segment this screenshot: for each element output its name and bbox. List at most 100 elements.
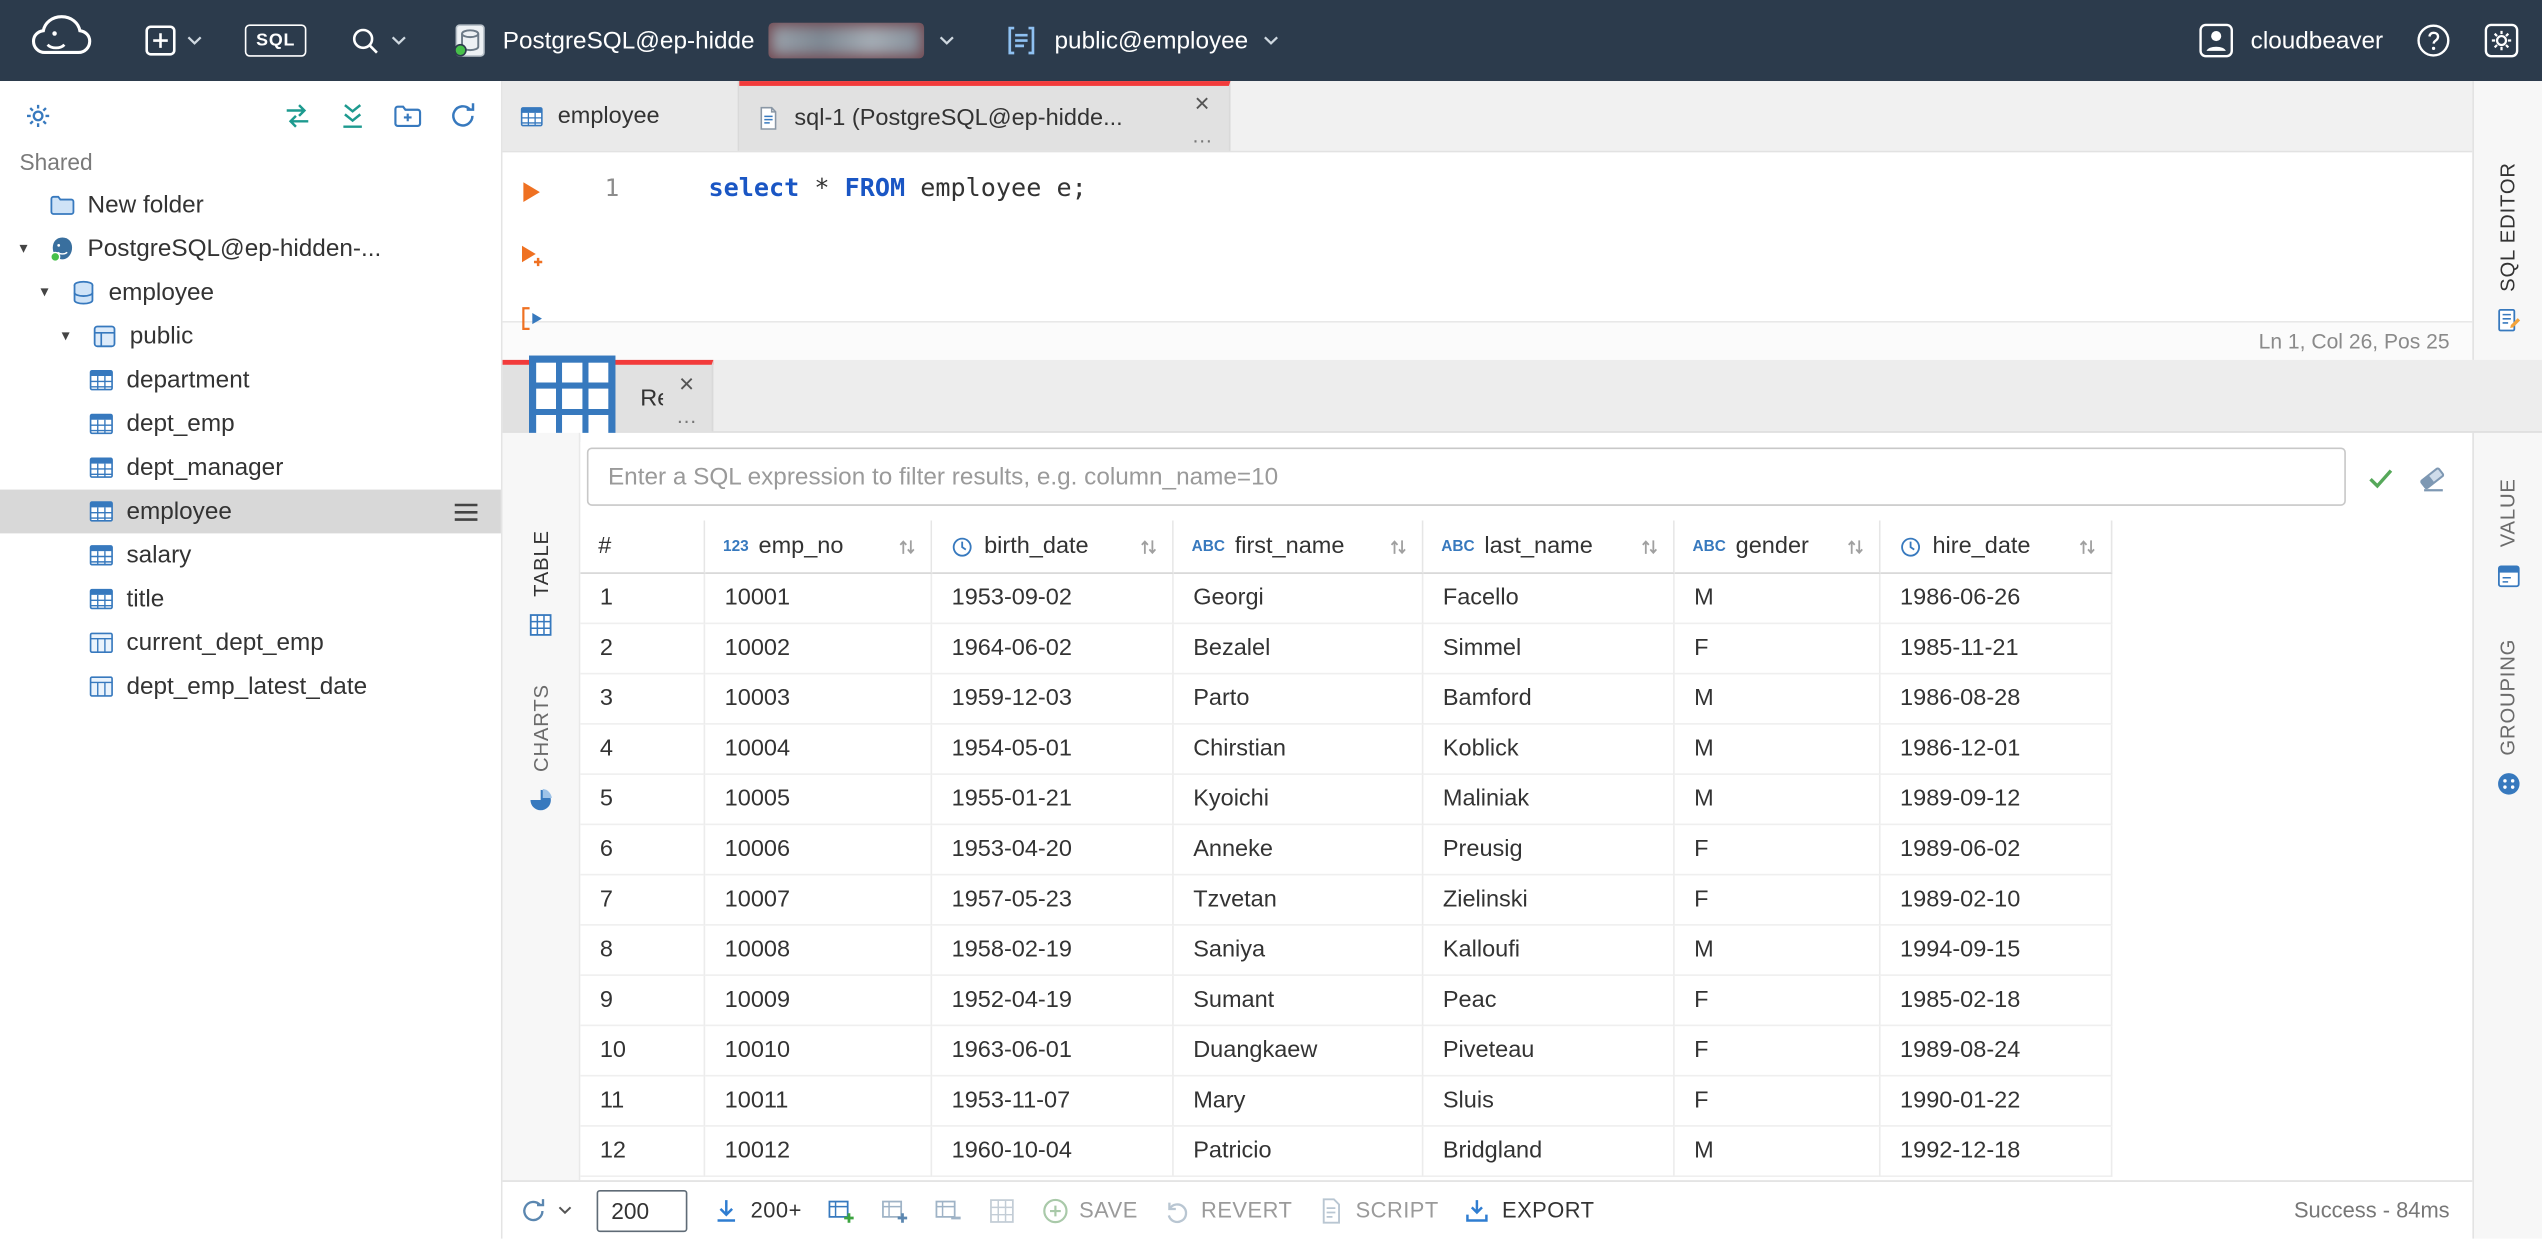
cloudbeaver-logo-icon[interactable] bbox=[19, 8, 103, 73]
grid-cell[interactable]: 10001 bbox=[705, 573, 933, 625]
grid-cell[interactable]: 10002 bbox=[705, 624, 933, 675]
sort-icon[interactable] bbox=[1845, 536, 1866, 557]
grid-cell[interactable]: 1953-11-07 bbox=[932, 1076, 1174, 1127]
grid-cell[interactable]: Kyoichi bbox=[1173, 774, 1424, 826]
tab-grouping-panel[interactable]: GROUPING bbox=[2494, 638, 2522, 797]
code-area[interactable]: 1 select * FROM employee e; bbox=[503, 152, 2473, 331]
user-menu[interactable]: cloudbeaver bbox=[2199, 23, 2383, 59]
grid-cell[interactable]: 1963-06-01 bbox=[932, 1026, 1174, 1077]
grid-cell[interactable]: 1953-04-20 bbox=[932, 825, 1174, 876]
grid-cell[interactable]: Peac bbox=[1423, 975, 1675, 1027]
grid-cell[interactable]: 10007 bbox=[705, 875, 933, 926]
tab-result-1[interactable]: Result - 1 × … bbox=[502, 354, 714, 442]
open-sql-editor-button[interactable]: SQL bbox=[224, 0, 328, 81]
column-header-last_name[interactable]: ABC last_name bbox=[1423, 520, 1675, 574]
new-folder-icon[interactable] bbox=[392, 100, 423, 131]
sql-editor[interactable]: 1 select * FROM employee e; Ln 1, Col 26… bbox=[502, 152, 2473, 360]
grid-cell[interactable]: Sumant bbox=[1173, 975, 1424, 1027]
apply-filter-check-icon[interactable] bbox=[2364, 460, 2398, 494]
expand-chevron-icon[interactable]: ▾ bbox=[19, 240, 48, 258]
grid-cell[interactable]: Zielinski bbox=[1423, 875, 1675, 926]
script-button[interactable]: SCRIPT bbox=[1317, 1196, 1439, 1225]
tree-item-current-dept-emp[interactable]: current_dept_emp bbox=[0, 621, 501, 665]
grid-cell[interactable]: 1989-09-12 bbox=[1880, 774, 2113, 826]
connection-selector[interactable]: PostgreSQL@ep-hidde bbox=[428, 0, 980, 81]
tree-item-new-folder[interactable]: New folder bbox=[0, 183, 501, 227]
tree-item-title[interactable]: title bbox=[0, 577, 501, 621]
tab-employee[interactable]: employee bbox=[502, 81, 740, 151]
grid-cell[interactable]: Anneke bbox=[1173, 825, 1424, 876]
column-header-birth_date[interactable]: birth_date bbox=[932, 520, 1174, 574]
grid-cell[interactable]: Patricio bbox=[1173, 1126, 1424, 1177]
tab-sql-editor-panel[interactable]: SQL EDITOR bbox=[2494, 162, 2522, 334]
grid-cell[interactable]: 1954-05-01 bbox=[932, 724, 1174, 775]
tab-value-panel[interactable]: VALUE bbox=[2494, 478, 2522, 589]
tree-item-dept-manager[interactable]: dept_manager bbox=[0, 446, 501, 490]
grid-cell[interactable]: M bbox=[1674, 724, 1881, 775]
grid-cell[interactable]: Simmel bbox=[1423, 624, 1675, 675]
grid-cell[interactable]: 1952-04-19 bbox=[932, 975, 1174, 1027]
grid-cell[interactable]: F bbox=[1674, 825, 1881, 876]
grid-cell[interactable]: 10003 bbox=[705, 674, 933, 725]
grid-cell[interactable]: Bamford bbox=[1423, 674, 1675, 725]
grid-cell[interactable]: 1957-05-23 bbox=[932, 875, 1174, 926]
grid-cell[interactable]: M bbox=[1674, 674, 1881, 725]
grid-cell[interactable]: M bbox=[1674, 925, 1881, 976]
close-tab-icon[interactable]: × bbox=[679, 371, 694, 397]
tree-item-dept-emp-latest-date[interactable]: dept_emp_latest_date bbox=[0, 665, 501, 709]
fetch-more-button[interactable]: 200+ bbox=[712, 1196, 802, 1225]
grid-cell[interactable]: Bezalel bbox=[1173, 624, 1424, 675]
grid-cell[interactable]: 1992-12-18 bbox=[1880, 1126, 2113, 1177]
grid-cell[interactable]: Preusig bbox=[1423, 825, 1675, 876]
tab-charts-view[interactable]: CHARTS bbox=[527, 684, 555, 814]
grid-cell[interactable]: Tzvetan bbox=[1173, 875, 1424, 926]
grid-cell[interactable]: 10006 bbox=[705, 825, 933, 876]
refresh-results-button[interactable] bbox=[519, 1196, 572, 1225]
filter-input[interactable] bbox=[586, 447, 2346, 506]
add-row-icon[interactable] bbox=[826, 1196, 855, 1225]
tree-item-employee[interactable]: employee bbox=[0, 489, 501, 534]
grid-cell[interactable]: 10011 bbox=[705, 1076, 933, 1127]
sort-icon[interactable] bbox=[2077, 536, 2098, 557]
grid-cell[interactable]: 1989-06-02 bbox=[1880, 825, 2113, 876]
sort-icon[interactable] bbox=[1138, 536, 1159, 557]
execute-query-icon[interactable] bbox=[516, 178, 544, 206]
grid-cell[interactable]: F bbox=[1674, 624, 1881, 675]
column-header-first_name[interactable]: ABC first_name bbox=[1173, 520, 1424, 574]
fetch-size-input[interactable] bbox=[596, 1189, 688, 1232]
grid-cell[interactable]: 10010 bbox=[705, 1026, 933, 1077]
close-tab-icon[interactable]: × bbox=[1195, 92, 1210, 118]
tree-item-dept-emp[interactable]: dept_emp bbox=[0, 402, 501, 446]
grid-cell[interactable]: M bbox=[1674, 1126, 1881, 1177]
grid-cell[interactable]: Facello bbox=[1423, 573, 1675, 625]
grid-cell[interactable]: 1953-09-02 bbox=[932, 573, 1174, 625]
grid-cell[interactable]: 1986-12-01 bbox=[1880, 724, 2113, 775]
tree-item-public[interactable]: ▾ public bbox=[0, 315, 501, 359]
tree-item-employee[interactable]: ▾ employee bbox=[0, 271, 501, 315]
tab-menu-icon[interactable]: … bbox=[1192, 125, 1213, 146]
refresh-tree-icon[interactable] bbox=[447, 100, 478, 131]
grid-cell[interactable]: M bbox=[1674, 573, 1881, 625]
save-button[interactable]: SAVE bbox=[1040, 1196, 1138, 1225]
grid-cell[interactable]: Mary bbox=[1173, 1076, 1424, 1127]
tab-table-view[interactable]: TABLE bbox=[527, 530, 555, 639]
grid-cell[interactable]: 1990-01-22 bbox=[1880, 1076, 2113, 1127]
grid-cell[interactable]: 1989-02-10 bbox=[1880, 875, 2113, 926]
revert-button[interactable]: REVERT bbox=[1162, 1196, 1292, 1225]
grid-cell[interactable]: F bbox=[1674, 875, 1881, 926]
export-button[interactable]: EXPORT bbox=[1463, 1196, 1594, 1225]
tree-item-postgresql-ep-hidden[interactable]: ▾ PostgreSQL@ep-hidden-... bbox=[0, 227, 501, 271]
grid-cell[interactable]: 10005 bbox=[705, 774, 933, 826]
grid-cell[interactable]: Duangkaew bbox=[1173, 1026, 1424, 1077]
settings-icon[interactable] bbox=[2484, 23, 2520, 59]
grid-cell[interactable]: 10009 bbox=[705, 975, 933, 1027]
tree-item-department[interactable]: department bbox=[0, 358, 501, 402]
grid-cell[interactable]: F bbox=[1674, 975, 1881, 1027]
item-menu-icon[interactable] bbox=[452, 500, 480, 523]
new-object-button[interactable] bbox=[123, 0, 224, 81]
delete-row-icon[interactable] bbox=[933, 1196, 962, 1225]
grid-cell[interactable]: Koblick bbox=[1423, 724, 1675, 775]
grid-cell[interactable]: M bbox=[1674, 774, 1881, 826]
sync-connections-icon[interactable] bbox=[282, 100, 313, 131]
execute-script-icon[interactable] bbox=[516, 305, 544, 333]
